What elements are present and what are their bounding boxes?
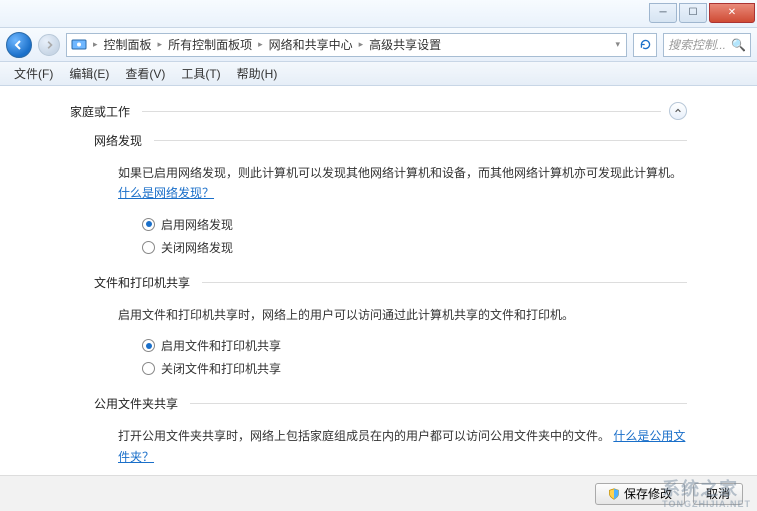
search-placeholder: 搜索控制... (668, 36, 726, 53)
cancel-button-label: 取消 (706, 485, 730, 502)
menu-bar: 文件(F) 编辑(E) 查看(V) 工具(T) 帮助(H) (0, 62, 757, 86)
radio-label: 关闭网络发现 (161, 239, 233, 256)
divider (142, 111, 661, 112)
radio-icon (142, 218, 155, 231)
radio-option-disable-file-printer-sharing[interactable]: 关闭文件和打印机共享 (142, 360, 687, 377)
section-description: 启用文件和打印机共享时，网络上的用户可以访问通过此计算机共享的文件和打印机。 (118, 305, 687, 325)
cancel-button[interactable]: 取消 (693, 483, 743, 505)
content-area: 家庭或工作 网络发现 如果已启用网络发现，则此计算机可以发现其他网络计算机和设备… (10, 86, 747, 475)
profile-title: 家庭或工作 (70, 103, 130, 120)
breadcrumb-item[interactable]: 控制面板 (100, 36, 156, 53)
window-titlebar: ─ ☐ ✕ (0, 0, 757, 28)
breadcrumb-separator: ▸ (256, 39, 265, 50)
menu-edit[interactable]: 编辑(E) (61, 63, 117, 84)
breadcrumb-separator: ▸ (357, 39, 366, 50)
dropdown-icon[interactable]: ▾ (613, 39, 622, 50)
whatis-network-discovery-link[interactable]: 什么是网络发现？ (118, 186, 214, 200)
arrow-left-icon (13, 39, 25, 51)
profile-header: 家庭或工作 (70, 102, 687, 120)
radio-label: 关闭文件和打印机共享 (161, 360, 281, 377)
menu-tools[interactable]: 工具(T) (173, 63, 228, 84)
section-title: 公用文件夹共享 (94, 395, 178, 412)
search-input[interactable]: 搜索控制... 🔍 (663, 33, 751, 57)
section-title: 文件和打印机共享 (94, 274, 190, 291)
section-description: 如果已启用网络发现，则此计算机可以发现其他网络计算机和设备，而其他网络计算机亦可… (118, 163, 687, 204)
radio-group-network-discovery: 启用网络发现 关闭网络发现 (142, 216, 687, 256)
radio-group-file-printer-sharing: 启用文件和打印机共享 关闭文件和打印机共享 (142, 337, 687, 377)
menu-help[interactable]: 帮助(H) (229, 63, 286, 84)
radio-icon (142, 339, 155, 352)
refresh-button[interactable] (633, 33, 657, 57)
breadcrumb-item[interactable]: 网络和共享中心 (265, 36, 357, 53)
section-description: 打开公用文件夹共享时，网络上包括家庭组成员在内的用户都可以访问公用文件夹中的文件… (118, 426, 687, 467)
divider (202, 282, 687, 283)
section-file-printer-sharing: 文件和打印机共享 启用文件和打印机共享时，网络上的用户可以访问通过此计算机共享的… (94, 274, 687, 377)
footer-bar: 保存修改 取消 (0, 475, 757, 511)
radio-option-enable-network-discovery[interactable]: 启用网络发现 (142, 216, 687, 233)
radio-label: 启用网络发现 (161, 216, 233, 233)
section-title: 网络发现 (94, 132, 142, 149)
radio-option-disable-network-discovery[interactable]: 关闭网络发现 (142, 239, 687, 256)
address-bar[interactable]: ▸ 控制面板 ▸ 所有控制面板项 ▸ 网络和共享中心 ▸ 高级共享设置 ▾ (66, 33, 627, 57)
close-button[interactable]: ✕ (709, 3, 755, 23)
control-panel-icon (71, 37, 87, 53)
back-button[interactable] (6, 32, 32, 58)
save-changes-button[interactable]: 保存修改 (595, 483, 685, 505)
divider (190, 403, 687, 404)
breadcrumb-item[interactable]: 高级共享设置 (365, 36, 445, 53)
forward-button[interactable] (38, 34, 60, 56)
breadcrumb-separator: ▸ (91, 39, 100, 50)
menu-view[interactable]: 查看(V) (117, 63, 173, 84)
chevron-up-icon (674, 107, 682, 115)
radio-icon (142, 362, 155, 375)
search-icon: 🔍 (731, 38, 746, 52)
radio-icon (142, 241, 155, 254)
radio-label: 启用文件和打印机共享 (161, 337, 281, 354)
section-network-discovery: 网络发现 如果已启用网络发现，则此计算机可以发现其他网络计算机和设备，而其他网络… (94, 132, 687, 256)
divider (154, 140, 687, 141)
arrow-right-icon (44, 40, 54, 50)
breadcrumb-item[interactable]: 所有控制面板项 (164, 36, 256, 53)
minimize-button[interactable]: ─ (649, 3, 677, 23)
section-public-folder-sharing: 公用文件夹共享 打开公用文件夹共享时，网络上包括家庭组成员在内的用户都可以访问公… (94, 395, 687, 475)
nav-bar: ▸ 控制面板 ▸ 所有控制面板项 ▸ 网络和共享中心 ▸ 高级共享设置 ▾ 搜索… (0, 28, 757, 62)
shield-icon (608, 488, 620, 500)
window-controls: ─ ☐ ✕ (649, 3, 755, 23)
menu-file[interactable]: 文件(F) (6, 63, 61, 84)
refresh-icon (639, 38, 652, 51)
breadcrumb-separator: ▸ (156, 39, 165, 50)
collapse-button[interactable] (669, 102, 687, 120)
radio-option-enable-file-printer-sharing[interactable]: 启用文件和打印机共享 (142, 337, 687, 354)
save-button-label: 保存修改 (624, 485, 672, 502)
maximize-button[interactable]: ☐ (679, 3, 707, 23)
